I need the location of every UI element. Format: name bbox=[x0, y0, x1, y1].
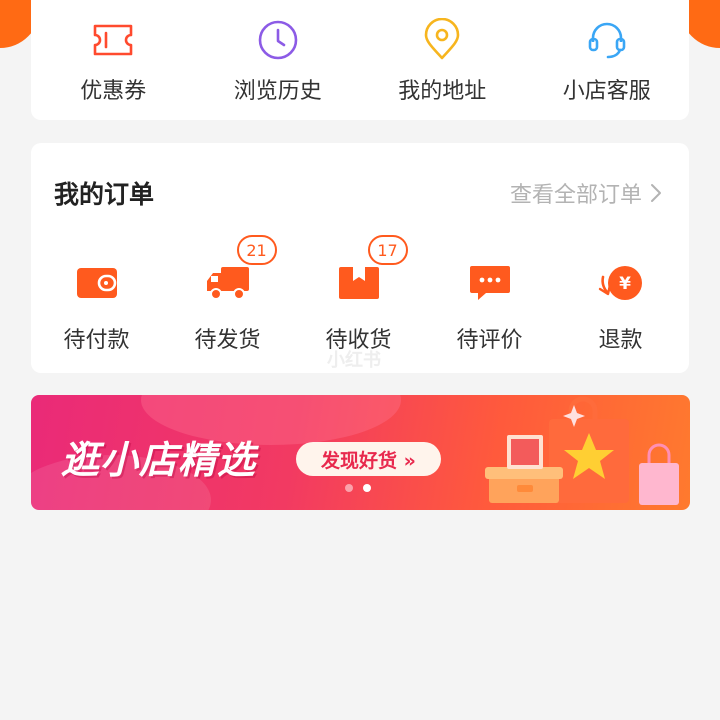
order-status-to-ship[interactable]: 21 待发货 bbox=[162, 235, 293, 354]
carousel-dot-active[interactable] bbox=[363, 484, 371, 492]
quick-item-history[interactable]: 浏览历史 bbox=[196, 18, 361, 105]
view-all-orders-link[interactable]: 查看全部订单 bbox=[510, 177, 662, 209]
comment-icon bbox=[465, 261, 515, 305]
truck-icon: 21 bbox=[203, 235, 277, 305]
quick-item-label: 优惠券 bbox=[80, 79, 147, 104]
orders-card: 我的订单 查看全部订单 待付款 21 待发货 17 待收货 待评价 ¥ 退款 bbox=[31, 143, 689, 373]
carousel-dot[interactable] bbox=[345, 484, 353, 492]
package-icon: 17 bbox=[334, 235, 408, 305]
wallet-icon bbox=[72, 261, 122, 305]
order-status-label: 退款 bbox=[598, 328, 643, 353]
discover-goods-button[interactable]: 发现好货 » bbox=[296, 442, 441, 476]
order-status-label: 待发货 bbox=[194, 328, 261, 353]
view-all-orders-label: 查看全部订单 bbox=[509, 183, 642, 208]
orders-title: 我的订单 bbox=[54, 180, 155, 209]
quick-menu: 优惠券 浏览历史 我的地址 小店客服 bbox=[31, 18, 689, 105]
order-status-refund[interactable]: ¥ 退款 bbox=[555, 261, 686, 354]
order-status-pending-payment[interactable]: 待付款 bbox=[31, 261, 162, 354]
coupon-icon bbox=[91, 18, 135, 62]
quick-item-service[interactable]: 小店客服 bbox=[525, 18, 690, 105]
banner-title: 逛小店精选 bbox=[61, 438, 257, 482]
quick-item-label: 浏览历史 bbox=[233, 79, 322, 104]
headset-icon bbox=[585, 18, 629, 62]
order-status-to-receive[interactable]: 17 待收货 bbox=[293, 235, 424, 354]
clock-icon bbox=[256, 18, 300, 62]
quick-item-label: 我的地址 bbox=[398, 79, 487, 104]
promo-banner[interactable]: 逛小店精选 发现好货 » bbox=[31, 395, 690, 510]
order-status-label: 待评价 bbox=[456, 328, 523, 353]
quick-item-address[interactable]: 我的地址 bbox=[360, 18, 525, 105]
order-status-row: 待付款 21 待发货 17 待收货 待评价 ¥ 退款 bbox=[31, 235, 689, 354]
quick-menu-card: 优惠券 浏览历史 我的地址 小店客服 bbox=[31, 0, 689, 120]
watermark-text: 小红书 bbox=[327, 350, 381, 371]
order-count-badge: 17 bbox=[367, 235, 408, 265]
svg-text:¥: ¥ bbox=[619, 274, 631, 294]
quick-item-coupon[interactable]: 优惠券 bbox=[31, 18, 196, 105]
order-status-label: 待付款 bbox=[63, 328, 130, 353]
carousel-dots bbox=[345, 484, 371, 492]
shopping-illustration bbox=[485, 396, 679, 505]
refund-icon: ¥ bbox=[596, 261, 646, 305]
location-pin-icon bbox=[420, 18, 464, 62]
chevron-right-icon bbox=[651, 184, 661, 202]
order-status-to-review[interactable]: 待评价 bbox=[424, 261, 555, 354]
order-count-badge: 21 bbox=[236, 235, 277, 265]
quick-item-label: 小店客服 bbox=[562, 79, 651, 104]
